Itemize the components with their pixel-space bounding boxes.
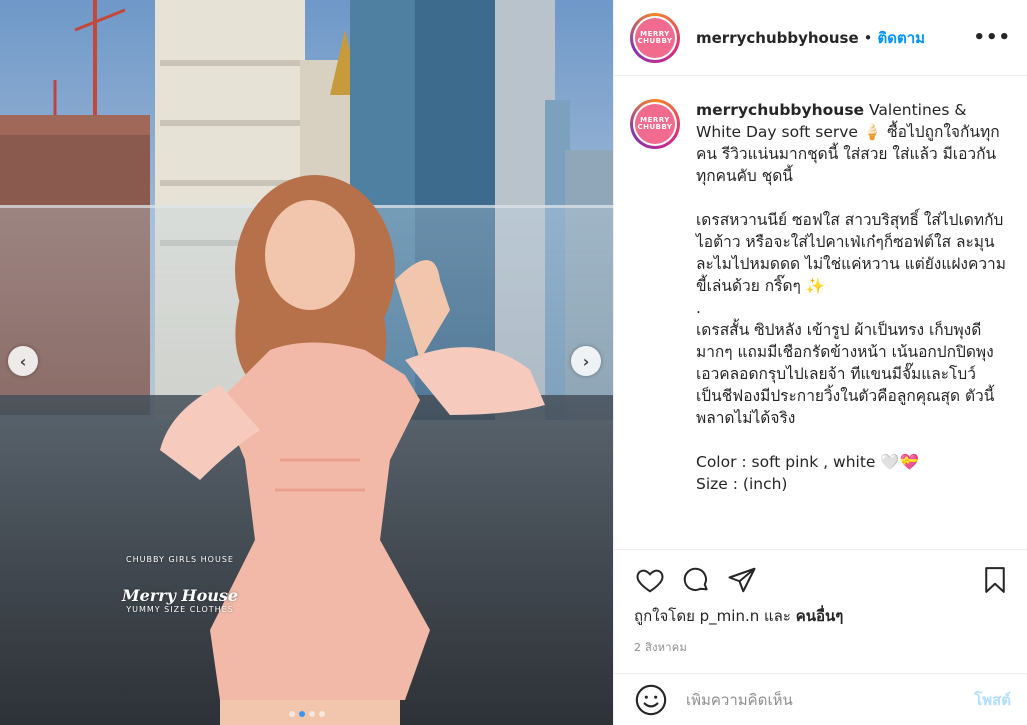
likes-summary: ถูกใจโดย p_min.n และ คนอื่นๆ [614,596,1027,628]
avatar[interactable]: MERRY CHUBBY [630,12,680,63]
post-comment-button[interactable]: โพสต์ [974,688,1011,712]
avatar-logo: MERRY CHUBBY [635,104,675,144]
likes-others[interactable]: คนอื่นๆ [796,607,844,625]
actions-section: ถูกใจโดย p_min.n และ คนอื่นๆ 2 สิงหาคม [614,549,1027,679]
comment-input[interactable] [686,690,975,709]
carousel-dot [288,711,295,717]
likes-prefix: ถูกใจโดย [634,607,700,625]
caption-avatar[interactable]: MERRY CHUBBY [630,99,680,149]
follow-button[interactable]: ติดตาม [878,26,926,50]
bookmark-icon[interactable] [979,564,1011,596]
more-horizontal-icon[interactable]: ••• [973,27,1011,48]
avatar-logo: MERRY CHUBBY [635,17,675,58]
caption-text: merrychubbyhouse Valentines & White Day … [696,99,1006,549]
header-username[interactable]: merrychubbyhouse [696,29,859,47]
chevron-left-icon[interactable]: ‹ [8,346,38,376]
comment-bar: โพสต์ [614,673,1027,725]
post-photo[interactable]: CHUBBY GIRLS HOUSE Merry House YUMMY SIZ… [0,0,613,725]
chevron-right-icon[interactable]: › [571,346,601,376]
carousel-indicator [0,711,613,717]
caption-section: MERRY CHUBBY merrychubbyhouse Valentines… [614,77,1027,549]
comment-icon[interactable] [680,564,712,596]
caption-body: Valentines & White Day soft serve 🍦 ซื้อ… [696,101,1006,493]
post-date[interactable]: 2 สิงหาคม [614,628,1027,656]
instagram-post: CHUBBY GIRLS HOUSE Merry House YUMMY SIZ… [0,0,1027,725]
separator-dot: • [863,28,873,47]
caption-username[interactable]: merrychubbyhouse [696,101,864,119]
model-in-pink-dress [160,175,545,725]
post-header: MERRY CHUBBY merrychubbyhouse • ติดตาม •… [614,0,1027,76]
likes-user[interactable]: p_min.n [700,607,760,625]
smiley-icon[interactable] [634,683,668,717]
post-side-panel: MERRY CHUBBY merrychubbyhouse • ติดตาม •… [613,0,1027,725]
watermark-title: Merry House [121,586,239,605]
carousel-dot [318,711,325,717]
share-icon[interactable] [726,564,758,596]
carousel-dot [308,711,315,717]
heart-icon[interactable] [634,564,666,596]
likes-and: และ [759,607,796,625]
action-icons-row [614,550,1027,596]
watermark-top-text: CHUBBY GIRLS HOUSE [126,555,234,564]
watermark-bottom-text: YUMMY SIZE CLOTHES [126,605,234,614]
brand-watermark: CHUBBY GIRLS HOUSE Merry House YUMMY SIZ… [120,555,240,635]
carousel-dot-active [298,711,305,717]
